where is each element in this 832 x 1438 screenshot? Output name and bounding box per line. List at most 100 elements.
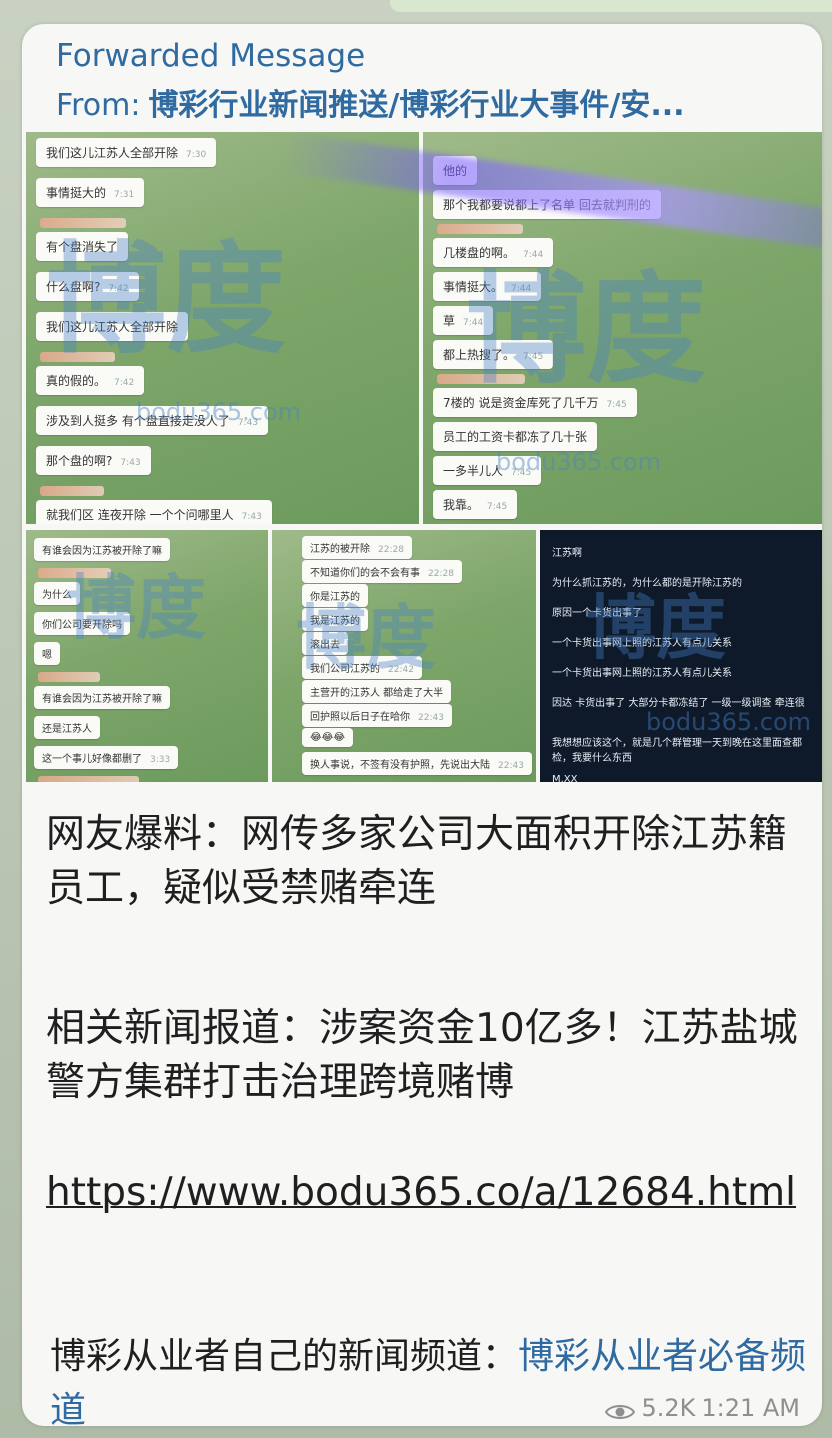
chat-message: 江苏的被开除 22:28 xyxy=(302,536,412,559)
forwarded-from[interactable]: From: 博彩行业新闻推送/博彩行业大事件/安... xyxy=(56,80,796,124)
chat-message-text: 你们公司要开除吗 xyxy=(42,620,122,631)
redacted-sender xyxy=(40,218,126,228)
redacted-sender xyxy=(40,352,115,362)
chat-message-text: 一多半儿人 xyxy=(443,464,504,478)
chat-message-text: 滚出去 xyxy=(310,640,340,651)
chat-message-time: 7:42 xyxy=(114,378,135,388)
chat-message: 换人事说，不签有没有护照，先说出大陆 22:43 xyxy=(302,752,532,775)
forwarded-header: Forwarded Message xyxy=(56,38,366,74)
chat-message-text: 一个卡货出事网上照的江苏人有点儿关系 xyxy=(552,668,732,679)
chat-message-text: 草 xyxy=(443,314,456,328)
chat-message-time: 22:28 xyxy=(378,545,404,555)
chat-message: 你们公司要开除吗 xyxy=(34,612,130,635)
chat-message-time: 22:28 xyxy=(428,569,454,579)
chat-message-time: 7:45 xyxy=(487,502,508,512)
chat-message: 几楼盘的啊。 7:44 xyxy=(433,238,554,267)
chat-message-text: 嗯 xyxy=(42,650,52,661)
chat-message-text: 都上热搜了。 xyxy=(443,348,516,362)
chat-message-text: 事情挺大的 xyxy=(46,186,107,200)
chat-message: 有谁会因为江苏被开除了嘛 xyxy=(34,538,170,561)
photo-collage: 我们这儿江苏人全部开除 7:30 事情挺大的 7:31 有个盘消失了什么盘啊? 7:42 我… xyxy=(26,132,822,782)
redacted-sender xyxy=(437,224,523,234)
message-time: 1:21 AM xyxy=(701,1394,800,1422)
chat-message-text: 事情挺大。 xyxy=(443,280,504,294)
chat-message-text: 换人事说，不签有没有护照，先说出大陆 xyxy=(310,760,490,771)
eye-icon xyxy=(605,1399,636,1419)
redacted-sender xyxy=(437,374,525,384)
chat-message: 有谁会因为江苏被开除了嘛 xyxy=(34,686,170,709)
chat-message: 真的假的。 7:42 xyxy=(36,366,145,395)
chat-message: 我是江苏的 xyxy=(302,608,368,631)
chat-message: 主营开的江苏人 都给走了大半 xyxy=(302,680,452,703)
chat-message-text: 有谁会因为江苏被开除了嘛 xyxy=(42,546,162,557)
chat-message-text: 我们这儿江苏人全部开除 xyxy=(46,320,179,334)
chat-message-time: 7:42 xyxy=(108,284,129,294)
chat-message-text: 我们这儿江苏人全部开除 xyxy=(46,146,179,160)
chat-message-text: 就我们区 连夜开除 一个个问哪里人 xyxy=(46,508,234,522)
chat-message-time: 3:33 xyxy=(150,755,171,765)
chat-message-text: 江苏啊 xyxy=(552,548,582,559)
chat-message: 都上热搜了。 7:45 xyxy=(433,340,554,369)
chat-message-text: 什么盘啊? xyxy=(46,280,101,294)
chat-message-time: 7:30 xyxy=(186,150,207,160)
chat-message: 事情挺大。 7:44 xyxy=(433,272,542,301)
chat-message: 我们这儿江苏人全部开除 xyxy=(36,312,189,341)
channel-prefix: 博彩从业者自己的新闻频道： xyxy=(50,1336,519,1377)
from-label: From: xyxy=(56,88,141,123)
chat-message: 为什么 xyxy=(34,582,80,605)
watermark-url-2: bodu365.com xyxy=(496,448,662,476)
chat-message-time: 7:45 xyxy=(606,400,627,410)
chat-message: 什么盘啊? 7:42 xyxy=(36,272,139,301)
chat-message-text: 我们公司江苏的 xyxy=(310,664,380,675)
watermark-url-1: bodu365.com xyxy=(136,398,302,426)
chat-message-time: 7:44 xyxy=(511,284,532,294)
chat-message: 就我们区 连夜开除 一个个问哪里人 7:43 xyxy=(36,500,272,524)
chat-message-text: 我是江苏的 xyxy=(310,616,360,627)
watermark-url-3: bodu365.com xyxy=(646,708,812,736)
post-headline: 网友爆料：网传多家公司大面积开除江苏籍员工，疑似受禁赌牵连 xyxy=(46,812,788,911)
chat-message-text: 几楼盘的啊。 xyxy=(443,246,516,260)
forwarded-message-bubble[interactable]: Forwarded Message From: 博彩行业新闻推送/博彩行业大事件/… xyxy=(22,24,822,1426)
chat-screenshot-1[interactable]: 我们这儿江苏人全部开除 7:30 事情挺大的 7:31 有个盘消失了什么盘啊? 7:42 我… xyxy=(26,132,419,524)
chat-message-text: M.XX xyxy=(552,774,578,782)
chat-message-text: 😂😂😂 xyxy=(310,732,346,743)
chat-message-time: 7:44 xyxy=(523,250,544,260)
article-link[interactable]: https://www.bodu365.co/a/12684.html xyxy=(46,1166,806,1220)
redacted-sender xyxy=(38,672,100,682)
chat-message: 不知道你们的会不会有事 22:28 xyxy=(302,560,462,583)
chat-message-text: 为什么 xyxy=(42,590,72,601)
message-meta: 5.2K 1:21 AM xyxy=(605,1394,800,1422)
chat-message: 😂😂😂 xyxy=(302,728,354,747)
chat-message-time: 22:43 xyxy=(418,713,444,723)
source-channel-link[interactable]: 博彩行业新闻推送/博彩行业大事件/安... xyxy=(148,88,684,123)
chat-message: 7楼的 说是资金库死了几千万 7:45 xyxy=(433,388,637,417)
chat-message-time: 7:45 xyxy=(523,352,544,362)
redacted-sender xyxy=(38,776,139,782)
chat-message-text: 真的假的。 xyxy=(46,374,107,388)
chat-screenshot-5[interactable]: 江苏啊 为什么抓江苏的，为什么都的是开除江苏的 原因一个卡货出事了 一个卡货出事网上照… xyxy=(540,530,822,782)
chat-message: 草 7:44 xyxy=(433,306,494,335)
chat-message-text: 还是江苏人 xyxy=(42,724,92,735)
chat-message-time: 22:42 xyxy=(388,665,414,675)
chat-message-text: 回护照以后日子在哈你 xyxy=(310,712,410,723)
chat-screenshot-4[interactable]: 江苏的被开除 22:28 不知道你们的会不会有事 22:28 你是江苏的我是江苏的滚出去… xyxy=(272,530,536,782)
chat-message-time: 7:43 xyxy=(120,458,141,468)
chat-message: 回护照以后日子在哈你 22:43 xyxy=(302,704,452,727)
chat-message-text: 7楼的 说是资金库死了几千万 xyxy=(443,396,599,410)
chat-screenshot-3[interactable]: 有谁会因为江苏被开除了嘛 为什么 你们公司要开除吗嗯有谁会因为江苏被开除了嘛 还是江苏… xyxy=(26,530,268,782)
chat-message: 有个盘消失了 xyxy=(36,232,129,261)
chat-message-text: 我想想应该这个，就是几个群管理一天到晚在这里面查都检，我要什么东西 xyxy=(552,738,802,764)
chat-message-text: 因达 卡货出事了 大部分卡都冻结了 一级一级调查 牵连很 xyxy=(552,698,805,709)
chat-message: 事情挺大的 7:31 xyxy=(36,178,145,207)
chat-message: 我们这儿江苏人全部开除 7:30 xyxy=(36,138,217,167)
chat-message-text: 为什么抓江苏的，为什么都的是开除江苏的 xyxy=(552,578,742,589)
chat-message: 嗯 xyxy=(34,642,60,665)
chat-message-text: 员工的工资卡都冻了几十张 xyxy=(443,430,588,444)
chat-message-time: 7:44 xyxy=(463,318,484,328)
chat-message-time: 7:31 xyxy=(114,190,135,200)
chat-message-text: 有谁会因为江苏被开除了嘛 xyxy=(42,694,162,705)
view-count: 5.2K xyxy=(641,1394,696,1422)
redacted-sender xyxy=(38,568,111,578)
chat-message: 你是江苏的 xyxy=(302,584,368,607)
chat-message: 员工的工资卡都冻了几十张 xyxy=(433,422,598,451)
